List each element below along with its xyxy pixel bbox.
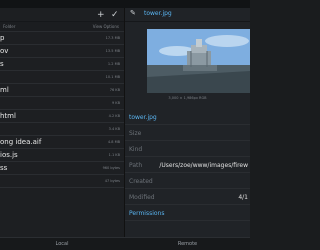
info-value: /Users/zoe/www/images/firew xyxy=(159,162,248,169)
file-size: 960 bytes xyxy=(102,166,120,170)
info-label: Kind xyxy=(129,146,143,153)
info-row: tower.jpg xyxy=(125,109,250,125)
add-icon[interactable]: + xyxy=(97,9,105,21)
info-label: tower.jpg xyxy=(129,114,157,121)
file-size: 4.2 KB xyxy=(108,114,120,118)
info-row: Path/Users/zoe/www/images/firew xyxy=(125,157,250,173)
file-size: 1.1 KB xyxy=(108,153,120,157)
file-name: ml xyxy=(0,86,9,94)
info-label: Size xyxy=(129,130,142,137)
local-pane: + ✓ Folder View Options p 17.3 MB ov 13.5 M… xyxy=(0,8,124,237)
list-item[interactable]: ios.js 1.1 KB xyxy=(0,149,124,162)
info-label: Created xyxy=(129,178,153,185)
info-label: Path xyxy=(129,162,143,169)
list-item[interactable]: s 1.2 MB xyxy=(0,58,124,71)
file-list: p 17.3 MB ov 13.5 MB s 1.2 MB 10.1 MB ml 76 KB 9 … xyxy=(0,32,124,188)
list-item[interactable]: ong idea.aif 4.8 MB xyxy=(0,136,124,149)
list-item[interactable]: p 17.3 MB xyxy=(0,32,124,45)
file-size: 3.4 KB xyxy=(108,127,120,131)
file-size: 4.8 MB xyxy=(107,140,120,144)
info-label: Permissions xyxy=(129,210,165,217)
file-name: html xyxy=(0,112,16,120)
info-row[interactable]: Permissions xyxy=(125,205,250,221)
tab-remote[interactable]: Remote xyxy=(125,238,250,250)
file-size: 1.2 MB xyxy=(107,62,120,66)
column-header-name: Folder xyxy=(3,24,16,29)
file-title: tower.jpg xyxy=(144,10,172,17)
edit-icon[interactable]: ✎ xyxy=(130,9,136,17)
info-row: Modified 4/1 xyxy=(125,189,250,205)
file-name: s xyxy=(0,60,4,68)
list-item[interactable]: 9 KB xyxy=(0,97,124,110)
image-preview[interactable] xyxy=(147,29,250,93)
tab-local[interactable]: Local xyxy=(0,238,124,250)
local-toolbar: + ✓ xyxy=(0,8,124,22)
list-item[interactable]: ov 13.5 MB xyxy=(0,45,124,58)
file-size: 10.1 MB xyxy=(105,75,120,79)
list-item[interactable]: 3.4 KB xyxy=(0,123,124,136)
file-name: p xyxy=(0,34,5,42)
file-size: 17.3 MB xyxy=(105,36,120,40)
list-item[interactable]: html 4.2 KB xyxy=(0,110,124,123)
list-item[interactable]: ss 960 bytes xyxy=(0,162,124,175)
tower-image xyxy=(147,29,250,93)
info-label: Modified xyxy=(129,194,155,201)
file-size: 47 bytes xyxy=(104,179,120,183)
file-size: 76 KB xyxy=(109,88,120,92)
file-name: ss xyxy=(0,164,8,172)
footer-tabs: Local Remote xyxy=(0,237,250,250)
list-item[interactable]: 47 bytes xyxy=(0,175,124,188)
info-row: Kind xyxy=(125,141,250,157)
remote-pane: ✎ tower.jpg 3,000 × 1,986px RGB tower.jp… xyxy=(125,8,250,237)
image-dimensions: 3,000 × 1,986px RGB xyxy=(168,96,207,100)
checkmark-icon[interactable]: ✓ xyxy=(111,9,119,21)
remote-toolbar: ✎ tower.jpg xyxy=(125,8,250,22)
list-item[interactable]: 10.1 MB xyxy=(0,71,124,84)
view-options-button[interactable]: View Options xyxy=(93,24,119,29)
list-item[interactable]: ml 76 KB xyxy=(0,84,124,97)
file-name: ov xyxy=(0,47,9,55)
column-header: Folder View Options xyxy=(0,22,124,32)
info-row: Size xyxy=(125,125,250,141)
file-name: ios.js xyxy=(0,151,18,159)
info-row: Created xyxy=(125,173,250,189)
file-name: ong idea.aif xyxy=(0,138,42,146)
info-value: 4/1 xyxy=(238,194,248,201)
status-bar: 9:41 AM xyxy=(0,0,250,16)
file-size: 13.5 MB xyxy=(105,49,120,53)
file-size: 9 KB xyxy=(111,101,120,105)
